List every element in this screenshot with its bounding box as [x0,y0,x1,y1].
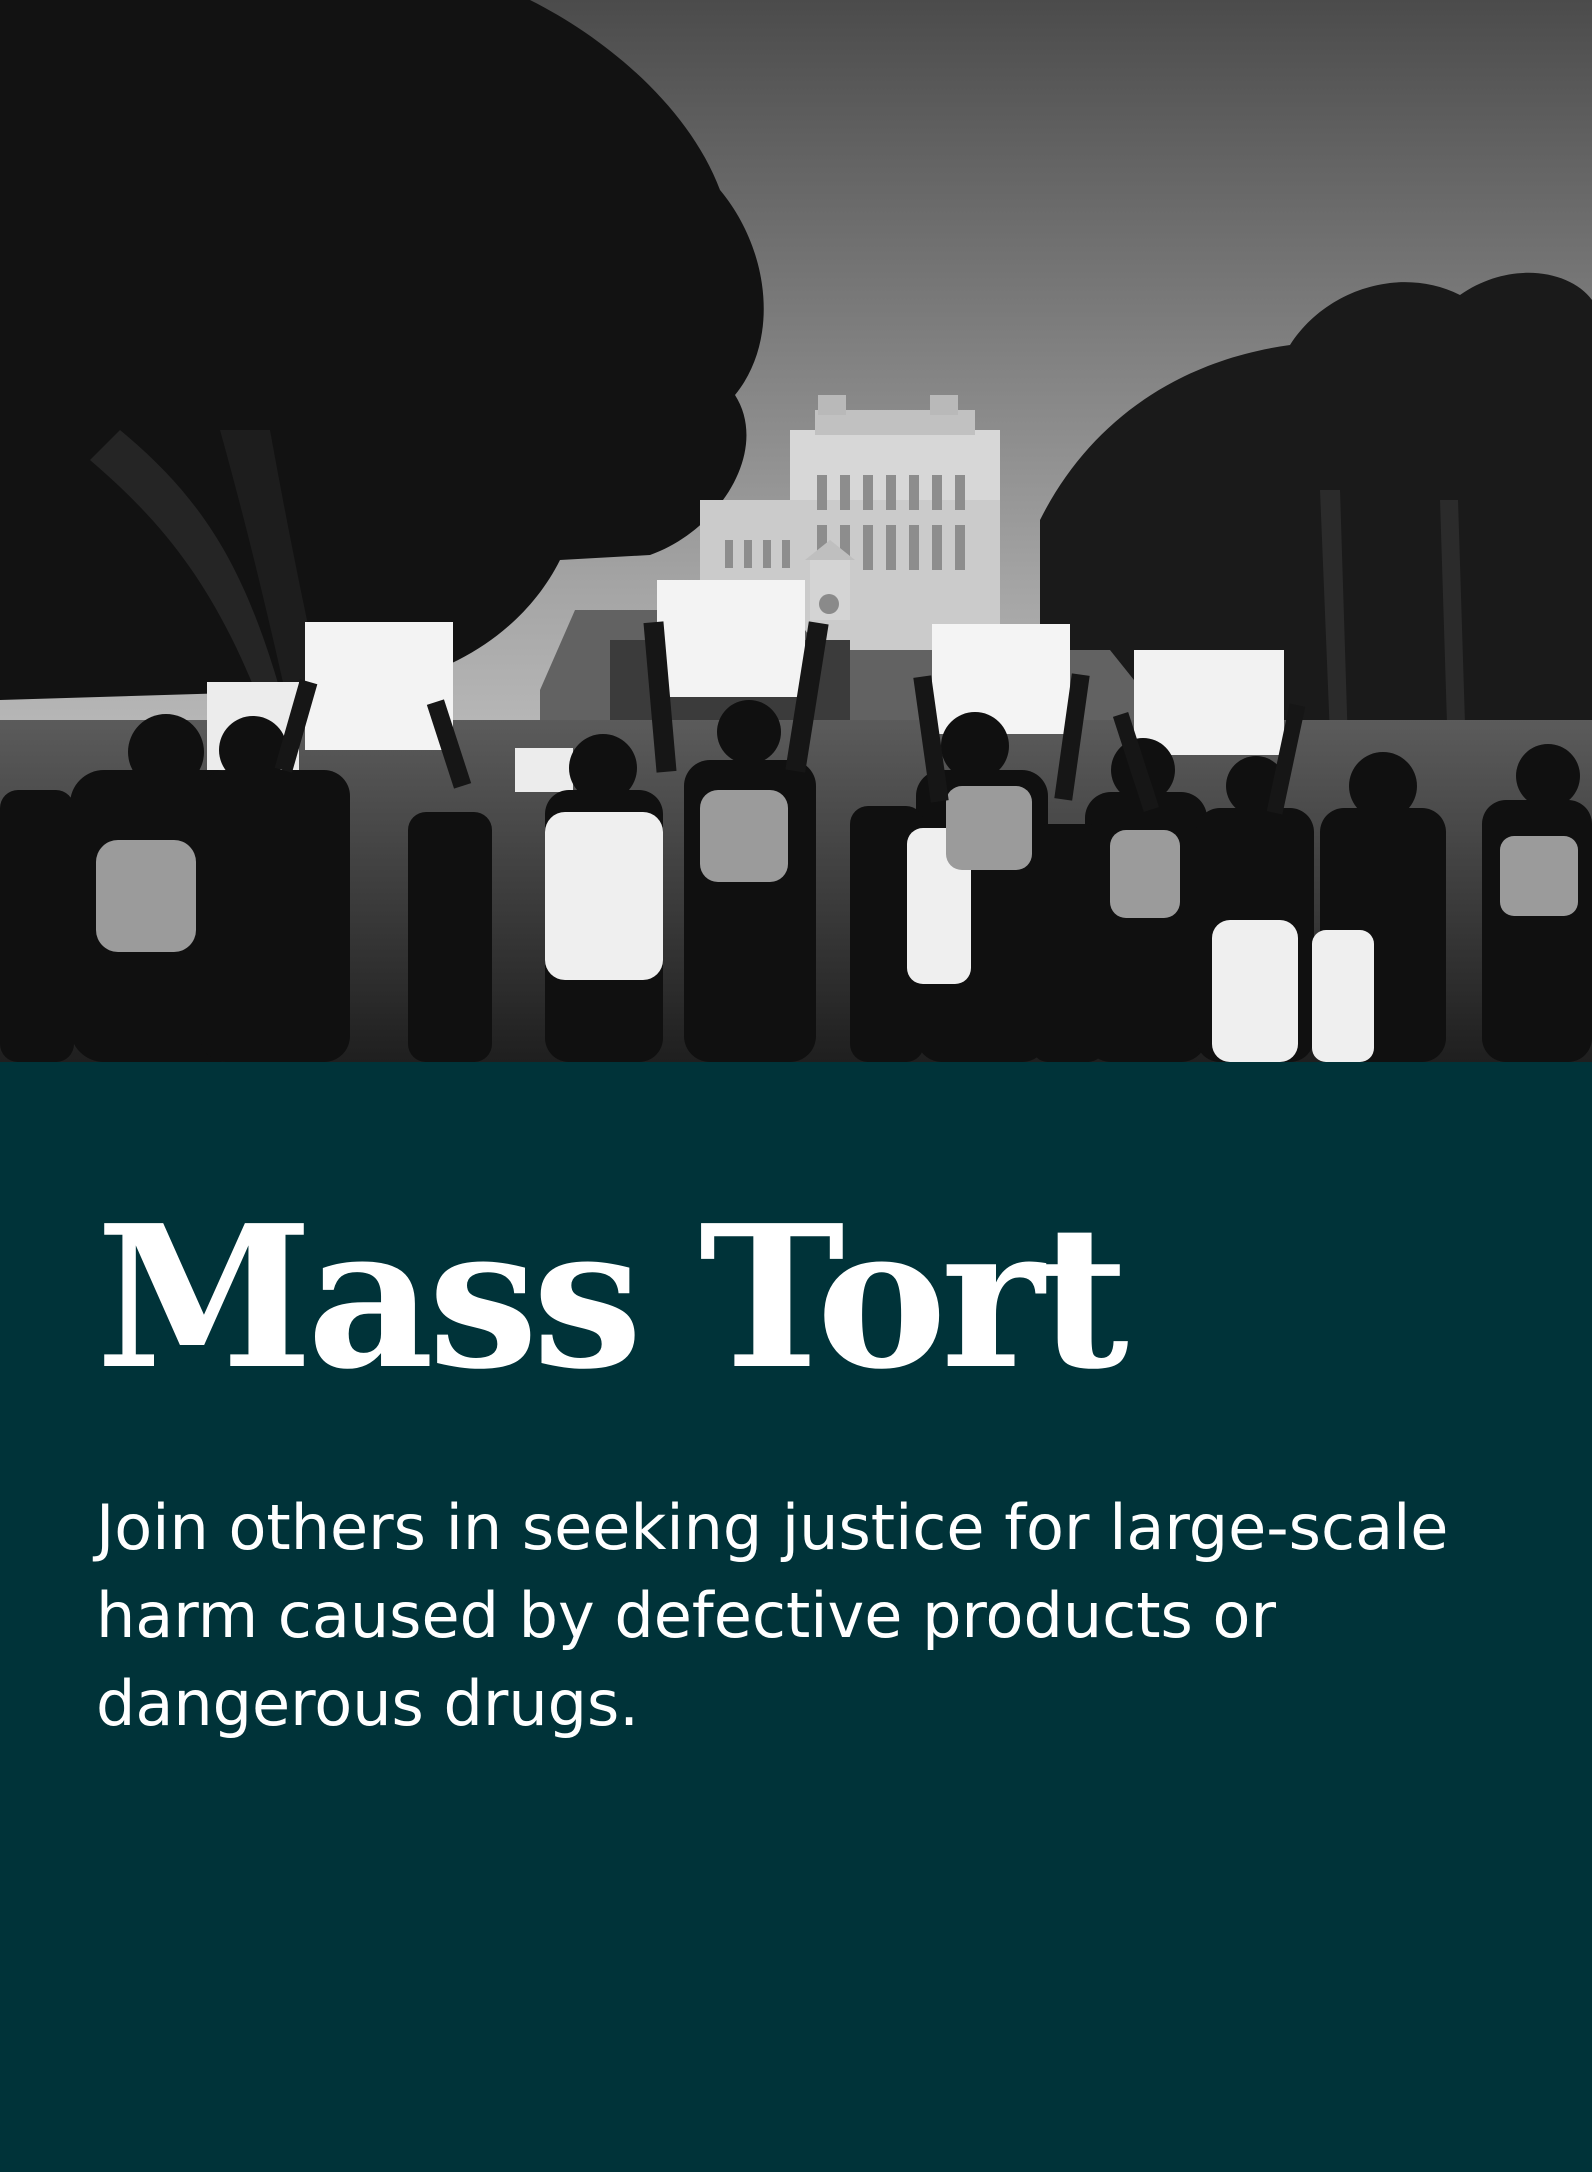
hero-image [0,0,1592,1062]
page-description: Join others in seeking justice for large… [96,1491,1449,1740]
card-content: Mass Tort Join others in seeking justice… [96,1200,1476,1748]
protest-photo [0,0,1592,1062]
page-title: Mass Tort [96,1183,1129,1413]
practice-area-card[interactable]: Mass Tort Join others in seeking justice… [0,0,1592,2172]
